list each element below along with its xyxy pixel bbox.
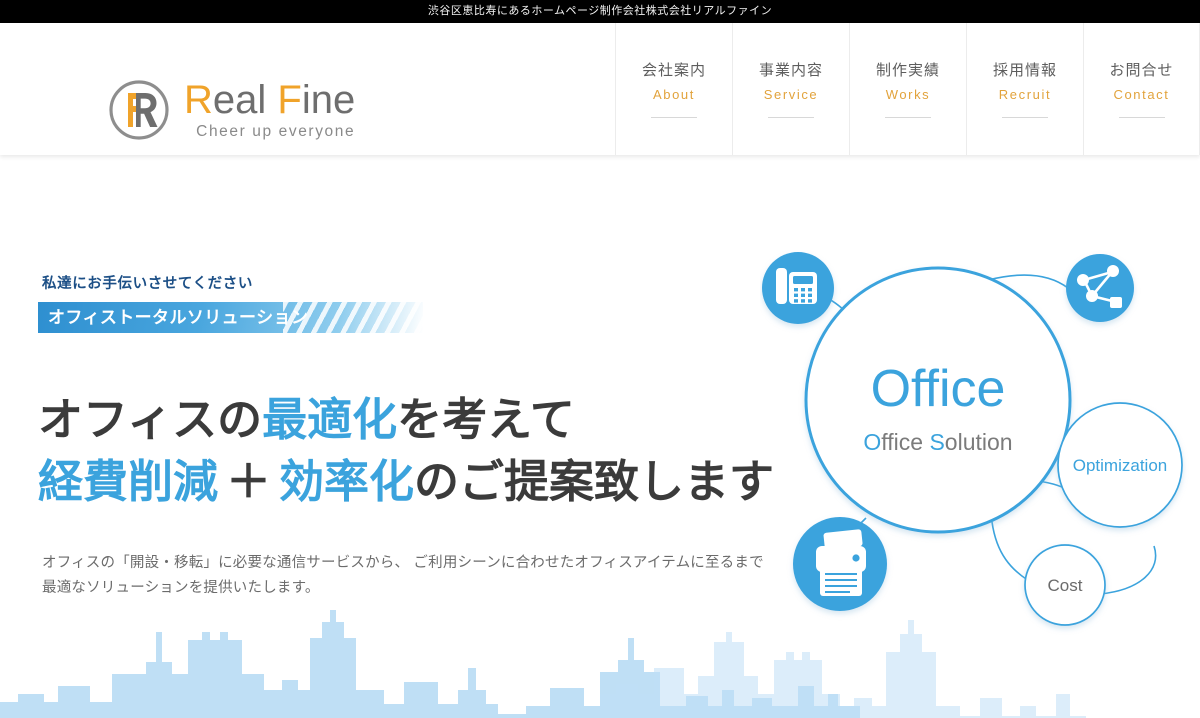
nav-item-works-en: Works xyxy=(885,87,931,102)
nav-item-works[interactable]: 制作実績 Works xyxy=(849,23,966,155)
subtitle-s: S xyxy=(929,429,944,455)
logo-name-f: F xyxy=(277,78,302,122)
headline-l1-c: を考えて xyxy=(397,394,575,445)
nav-underline xyxy=(768,117,814,118)
hero-section: 私達にお手伝いさせてください オフィストータルソリューション オフィスの最適化を… xyxy=(0,155,1200,718)
nav-item-recruit-en: Recruit xyxy=(998,87,1052,102)
nav-item-contact-en: Contact xyxy=(1113,87,1170,102)
hero-description-line2: 最適なソリューションを提供いたします。 xyxy=(42,580,320,596)
logo-name-ine: ine xyxy=(301,78,356,122)
hero-headline: オフィスの最適化を考えて 経費削減＋効率化のご提案致します xyxy=(38,389,774,513)
hero-ribbon-banner: オフィストータルソリューション xyxy=(38,302,423,333)
nav-item-recruit[interactable]: 採用情報 Recruit xyxy=(966,23,1083,155)
diagram-node-cost-label: Cost xyxy=(1048,576,1083,595)
headline-l1-a: オフィスの xyxy=(38,394,263,445)
nav-item-contact-ja: お問合せ xyxy=(1109,62,1174,79)
announcement-text: 渋谷区恵比寿にあるホームページ制作会社株式会社リアルファイン xyxy=(427,5,773,17)
nav-item-service-ja: 事業内容 xyxy=(758,62,823,79)
main-navigation: 会社案内 About 事業内容 Service 制作実績 Works 採用情報 … xyxy=(615,23,1200,155)
desk-phone-icon xyxy=(762,252,834,324)
nav-underline xyxy=(1002,117,1048,118)
hero-ribbon-text: オフィストータルソリューション xyxy=(48,308,309,327)
subtitle-o: O xyxy=(863,429,881,455)
nav-item-about-en: About xyxy=(653,87,695,102)
network-icon xyxy=(1066,254,1134,322)
hero-lead-text: 私達にお手伝いさせてください xyxy=(42,276,253,292)
nav-item-about-ja: 会社案内 xyxy=(641,62,706,79)
logo-name-eal: eal xyxy=(212,78,278,122)
hero-description-line1: オフィスの「開設・移転」に必要な通信サービスから、 ご利用シーンに合わせたオフィ… xyxy=(42,555,764,571)
office-solution-diagram: Office Office Solution Optimization Cost xyxy=(760,250,1200,650)
nav-underline xyxy=(651,117,697,118)
site-header: Real Fine Cheer up everyone 会社案内 About 事… xyxy=(0,23,1200,155)
headline-l2-plus: ＋ xyxy=(226,456,272,507)
hero-copy: 私達にお手伝いさせてください オフィストータルソリューション オフィスの最適化を… xyxy=(38,275,774,601)
headline-l1-highlight: 最適化 xyxy=(262,394,398,445)
nav-item-service-en: Service xyxy=(763,87,819,102)
logo-wordmark: Real Fine Cheer up everyone xyxy=(184,79,355,141)
headline-l2-c: のご提案致します xyxy=(414,456,775,507)
headline-l2-highlight-2: 効率化 xyxy=(279,456,415,507)
diagram-center-title: Office xyxy=(871,360,1006,418)
nav-underline xyxy=(1118,117,1165,118)
nav-item-contact[interactable]: お問合せ Contact xyxy=(1083,23,1200,155)
logo-name-r: R xyxy=(184,78,213,122)
hero-description: オフィスの「開設・移転」に必要な通信サービスから、 ご利用シーンに合わせたオフィ… xyxy=(38,551,774,601)
nav-item-about[interactable]: 会社案内 About xyxy=(615,23,732,155)
hero-headline-line2: 経費削減＋効率化のご提案致します xyxy=(38,451,774,513)
nav-item-recruit-ja: 採用情報 xyxy=(992,62,1057,79)
logo-tagline: Cheer up everyone xyxy=(196,123,356,140)
real-fine-r-monogram-icon xyxy=(108,79,170,141)
nav-underline xyxy=(885,117,931,118)
headline-l2-highlight-1: 経費削減 xyxy=(38,456,219,507)
hero-headline-line1: オフィスの最適化を考えて xyxy=(38,389,774,451)
announcement-bar: 渋谷区恵比寿にあるホームページ制作会社株式会社リアルファイン xyxy=(0,0,1200,23)
diagram-center-subtitle: Office Solution xyxy=(863,429,1012,455)
logo-name: Real Fine xyxy=(184,79,355,121)
printer-icon xyxy=(793,517,887,611)
nav-item-works-ja: 制作実績 xyxy=(875,62,940,79)
diagram-node-optimization-label: Optimization xyxy=(1073,456,1167,475)
page-root: 渋谷区恵比寿にあるホームページ制作会社株式会社リアルファイン Real Fine… xyxy=(0,0,1200,718)
site-logo[interactable]: Real Fine Cheer up everyone xyxy=(108,79,355,141)
nav-item-service[interactable]: 事業内容 Service xyxy=(732,23,849,155)
